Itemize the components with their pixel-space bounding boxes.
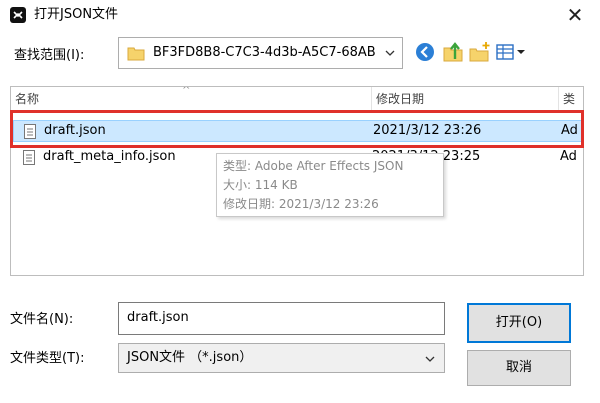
filename-label: 文件名(N): — [10, 312, 74, 327]
tooltip-type: 类型: Adobe After Effects JSON — [223, 159, 404, 173]
back-icon[interactable] — [413, 40, 437, 64]
tooltip-date: 修改日期: 2021/3/12 23:26 — [223, 197, 379, 211]
filename-input[interactable] — [119, 303, 435, 332]
filetype-value: JSON文件 （*.json） — [127, 350, 253, 365]
look-in-value: BF3FD8B8-C7C3-4d3b-A5C7-68AB — [153, 45, 376, 60]
look-in-label: 查找范围(I): — [14, 48, 85, 63]
filename-field[interactable] — [118, 302, 445, 335]
look-in-dropdown[interactable]: BF3FD8B8-C7C3-4d3b-A5C7-68AB — [118, 37, 403, 69]
close-button[interactable]: ✕ — [560, 3, 590, 27]
up-folder-icon[interactable] — [441, 40, 465, 64]
sort-arrow-icon: ^ — [182, 86, 191, 96]
title-bar: 打开JSON文件 ✕ — [0, 0, 600, 30]
new-folder-icon[interactable] — [468, 40, 492, 64]
app-icon — [10, 7, 26, 23]
column-header-type[interactable]: 类 — [558, 87, 583, 111]
window-title: 打开JSON文件 — [34, 7, 119, 22]
annotation-highlight-box — [10, 110, 584, 148]
cancel-button[interactable]: 取消 — [467, 350, 571, 386]
chevron-down-icon — [425, 356, 435, 362]
open-json-dialog: 打开JSON文件 ✕ 查找范围(I): BF3FD8B8-C7C3-4d3b-A… — [0, 0, 600, 403]
close-icon: ✕ — [566, 3, 584, 27]
file-icon — [23, 150, 35, 165]
column-header-date[interactable]: 修改日期 — [371, 87, 566, 111]
folder-icon — [127, 47, 145, 61]
file-tooltip: 类型: Adobe After Effects JSON 大小: 114 KB … — [216, 153, 444, 217]
open-button[interactable]: 打开(O) — [467, 303, 571, 343]
file-name: draft_meta_info.json — [43, 149, 176, 164]
filetype-label: 文件类型(T): — [10, 351, 85, 366]
view-menu-icon[interactable] — [494, 40, 528, 64]
filetype-dropdown[interactable]: JSON文件 （*.json） — [118, 343, 445, 373]
tooltip-size: 大小: 114 KB — [223, 178, 298, 192]
chevron-down-icon — [385, 50, 395, 56]
file-type: Ad — [560, 149, 577, 164]
